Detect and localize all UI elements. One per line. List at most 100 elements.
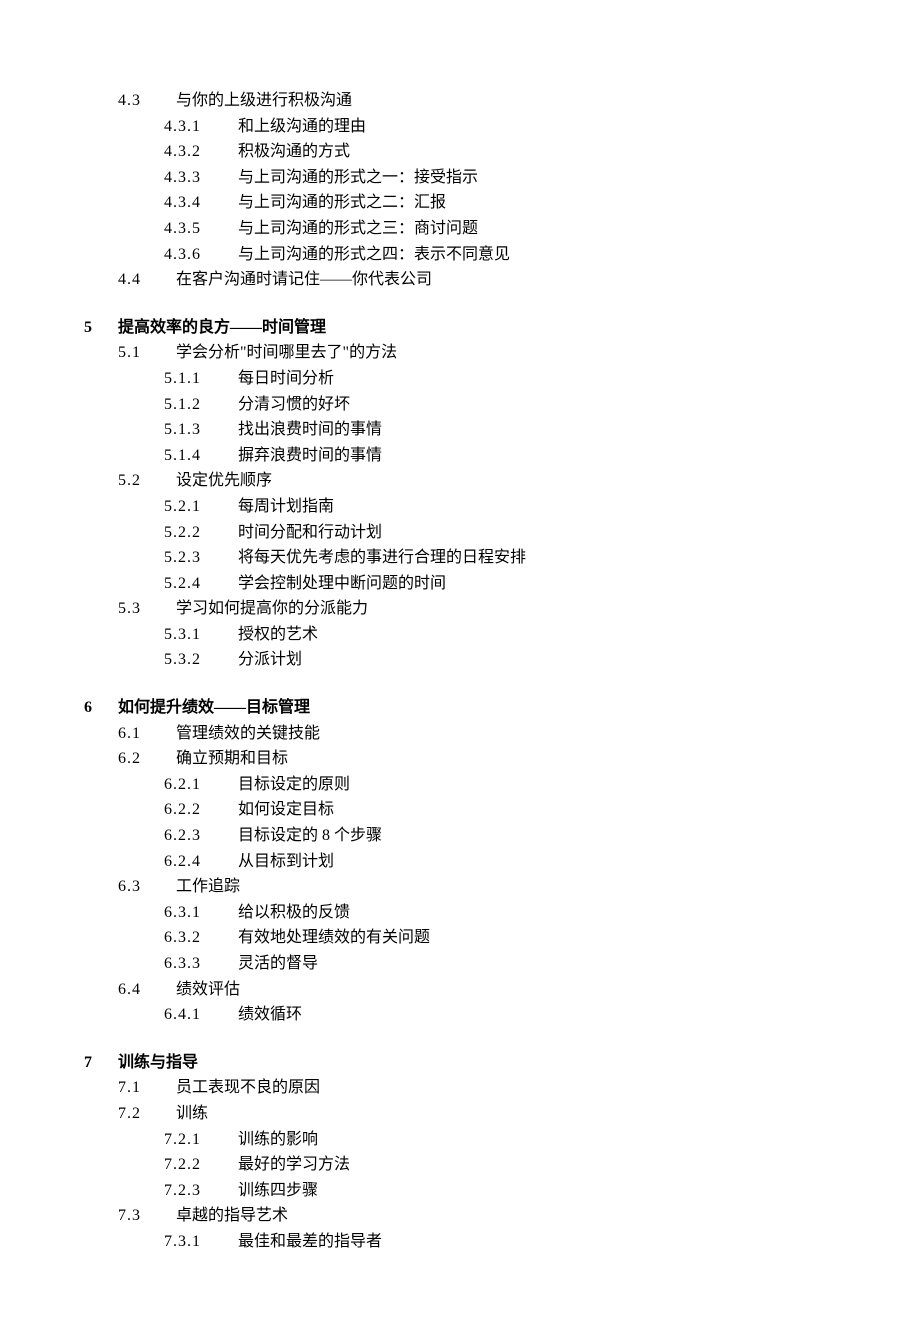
chapter-number: 5 bbox=[84, 315, 118, 341]
subsection-title: 最好的学习方法 bbox=[238, 1152, 350, 1178]
subsection-number: 5.2.1 bbox=[164, 494, 238, 520]
subsection-number: 7.3.1 bbox=[164, 1229, 238, 1255]
section-row: 4.3与你的上级进行积极沟通 bbox=[84, 88, 840, 114]
chapter-heading: 5提高效率的良方——时间管理 bbox=[84, 315, 840, 341]
section-title: 训练 bbox=[176, 1101, 208, 1127]
section-number: 7.1 bbox=[118, 1075, 176, 1101]
subsection-title: 绩效循环 bbox=[238, 1002, 302, 1028]
subsection-row: 6.2.1目标设定的原则 bbox=[84, 772, 840, 798]
subsection-row: 7.2.3训练四步骤 bbox=[84, 1178, 840, 1204]
chapter-title: 训练与指导 bbox=[118, 1050, 198, 1076]
chapter-block: 7训练与指导7.1员工表现不良的原因7.2训练7.2.1训练的影响7.2.2最好… bbox=[84, 1050, 840, 1255]
subsection-row: 4.3.1和上级沟通的理由 bbox=[84, 114, 840, 140]
section-row: 7.3卓越的指导艺术 bbox=[84, 1203, 840, 1229]
section-title: 与你的上级进行积极沟通 bbox=[176, 88, 352, 114]
subsection-title: 给以积极的反馈 bbox=[238, 900, 350, 926]
subsection-number: 7.2.3 bbox=[164, 1178, 238, 1204]
section-title: 学会分析"时间哪里去了"的方法 bbox=[176, 340, 397, 366]
chapter-number: 6 bbox=[84, 695, 118, 721]
subsection-number: 6.2.1 bbox=[164, 772, 238, 798]
subsection-title: 分派计划 bbox=[238, 647, 302, 673]
subsection-number: 4.3.2 bbox=[164, 139, 238, 165]
subsection-number: 7.2.1 bbox=[164, 1127, 238, 1153]
subsection-title: 分清习惯的好坏 bbox=[238, 392, 350, 418]
subsection-title: 最佳和最差的指导者 bbox=[238, 1229, 382, 1255]
subsection-row: 5.1.4摒弃浪费时间的事情 bbox=[84, 443, 840, 469]
subsection-row: 5.2.1每周计划指南 bbox=[84, 494, 840, 520]
section-number: 4.3 bbox=[118, 88, 176, 114]
section-title: 确立预期和目标 bbox=[176, 746, 288, 772]
subsection-row: 5.1.1每日时间分析 bbox=[84, 366, 840, 392]
subsection-row: 4.3.6与上司沟通的形式之四：表示不同意见 bbox=[84, 242, 840, 268]
section-number: 4.4 bbox=[118, 267, 176, 293]
subsection-number: 5.1.4 bbox=[164, 443, 238, 469]
subsection-row: 7.2.2最好的学习方法 bbox=[84, 1152, 840, 1178]
subsection-number: 5.3.1 bbox=[164, 622, 238, 648]
subsection-number: 4.3.6 bbox=[164, 242, 238, 268]
section-title: 管理绩效的关键技能 bbox=[176, 721, 320, 747]
subsection-row: 5.2.3将每天优先考虑的事进行合理的日程安排 bbox=[84, 545, 840, 571]
section-number: 6.1 bbox=[118, 721, 176, 747]
chapter-title: 提高效率的良方——时间管理 bbox=[118, 315, 326, 341]
subsection-title: 每日时间分析 bbox=[238, 366, 334, 392]
subsection-title: 积极沟通的方式 bbox=[238, 139, 350, 165]
subsection-title: 目标设定的原则 bbox=[238, 772, 350, 798]
subsection-number: 4.3.5 bbox=[164, 216, 238, 242]
subsection-row: 5.3.1授权的艺术 bbox=[84, 622, 840, 648]
subsection-row: 6.4.1绩效循环 bbox=[84, 1002, 840, 1028]
subsection-row: 5.2.2时间分配和行动计划 bbox=[84, 520, 840, 546]
subsection-number: 6.3.2 bbox=[164, 925, 238, 951]
subsection-title: 灵活的督导 bbox=[238, 951, 318, 977]
subsection-row: 6.3.2有效地处理绩效的有关问题 bbox=[84, 925, 840, 951]
section-title: 绩效评估 bbox=[176, 977, 240, 1003]
subsection-number: 6.3.3 bbox=[164, 951, 238, 977]
subsection-number: 5.2.4 bbox=[164, 571, 238, 597]
subsection-number: 5.1.1 bbox=[164, 366, 238, 392]
subsection-row: 7.3.1最佳和最差的指导者 bbox=[84, 1229, 840, 1255]
section-title: 学习如何提高你的分派能力 bbox=[176, 596, 368, 622]
section-number: 6.4 bbox=[118, 977, 176, 1003]
subsection-number: 6.2.4 bbox=[164, 849, 238, 875]
subsection-number: 5.2.3 bbox=[164, 545, 238, 571]
subsection-title: 与上司沟通的形式之一：接受指示 bbox=[238, 165, 478, 191]
subsection-row: 5.1.2分清习惯的好坏 bbox=[84, 392, 840, 418]
subsection-number: 7.2.2 bbox=[164, 1152, 238, 1178]
subsection-row: 6.2.4从目标到计划 bbox=[84, 849, 840, 875]
subsection-title: 训练四步骤 bbox=[238, 1178, 318, 1204]
table-of-contents: 4.3与你的上级进行积极沟通4.3.1和上级沟通的理由4.3.2积极沟通的方式4… bbox=[84, 88, 840, 1255]
section-number: 7.2 bbox=[118, 1101, 176, 1127]
section-row: 6.1管理绩效的关键技能 bbox=[84, 721, 840, 747]
section-number: 5.3 bbox=[118, 596, 176, 622]
subsection-row: 6.2.3目标设定的 8 个步骤 bbox=[84, 823, 840, 849]
subsection-number: 6.2.2 bbox=[164, 797, 238, 823]
subsection-title: 学会控制处理中断问题的时间 bbox=[238, 571, 446, 597]
subsection-row: 4.3.2积极沟通的方式 bbox=[84, 139, 840, 165]
subsection-title: 将每天优先考虑的事进行合理的日程安排 bbox=[238, 545, 526, 571]
chapter-title: 如何提升绩效——目标管理 bbox=[118, 695, 310, 721]
chapter-heading: 7训练与指导 bbox=[84, 1050, 840, 1076]
subsection-row: 4.3.4与上司沟通的形式之二：汇报 bbox=[84, 190, 840, 216]
subsection-row: 4.3.5与上司沟通的形式之三：商讨问题 bbox=[84, 216, 840, 242]
subsection-title: 与上司沟通的形式之二：汇报 bbox=[238, 190, 446, 216]
subsection-number: 5.1.3 bbox=[164, 417, 238, 443]
section-row: 6.4绩效评估 bbox=[84, 977, 840, 1003]
section-number: 6.2 bbox=[118, 746, 176, 772]
section-row: 5.3学习如何提高你的分派能力 bbox=[84, 596, 840, 622]
subsection-title: 有效地处理绩效的有关问题 bbox=[238, 925, 430, 951]
section-title: 员工表现不良的原因 bbox=[176, 1075, 320, 1101]
section-number: 6.3 bbox=[118, 874, 176, 900]
section-title: 工作追踪 bbox=[176, 874, 240, 900]
section-row: 5.2设定优先顺序 bbox=[84, 468, 840, 494]
subsection-number: 4.3.4 bbox=[164, 190, 238, 216]
section-number: 5.1 bbox=[118, 340, 176, 366]
subsection-title: 时间分配和行动计划 bbox=[238, 520, 382, 546]
section-title: 在客户沟通时请记住——你代表公司 bbox=[176, 267, 432, 293]
subsection-title: 摒弃浪费时间的事情 bbox=[238, 443, 382, 469]
subsection-title: 与上司沟通的形式之四：表示不同意见 bbox=[238, 242, 510, 268]
section-title: 设定优先顺序 bbox=[176, 468, 272, 494]
subsection-title: 找出浪费时间的事情 bbox=[238, 417, 382, 443]
subsection-number: 5.2.2 bbox=[164, 520, 238, 546]
subsection-number: 6.3.1 bbox=[164, 900, 238, 926]
section-number: 7.3 bbox=[118, 1203, 176, 1229]
section-row: 5.1学会分析"时间哪里去了"的方法 bbox=[84, 340, 840, 366]
